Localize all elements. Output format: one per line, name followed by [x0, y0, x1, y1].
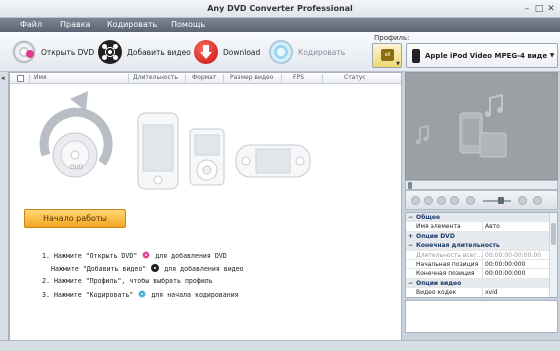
prop-row-end-position[interactable]: Конечная позиция 00:00:00:000 [406, 269, 549, 279]
prop-group-dvd-options[interactable]: + Опции DVD [406, 231, 549, 242]
video-preview [405, 72, 558, 180]
menu-file[interactable]: Файл [20, 20, 42, 29]
chevron-down-icon: ▼ [396, 61, 400, 67]
chevron-left-icon: ◂ [1, 74, 5, 82]
prop-row-item-name[interactable]: Имя элемента Авто [406, 222, 549, 232]
chevron-down-icon[interactable]: ▼ [547, 52, 557, 59]
prop-group-end-duration[interactable]: − Конечная длительность [406, 241, 549, 251]
film-reel-icon [151, 264, 160, 272]
column-format[interactable]: Формат [192, 74, 216, 81]
properties-panel: − Общее Имя элемента Авто + Опции DVD − Коне… [405, 212, 558, 298]
psp-icon [235, 144, 311, 178]
dvd-disc-icon [12, 40, 36, 64]
encode-button[interactable]: Кодировать [269, 39, 345, 65]
open-dvd-button[interactable]: Открыть DVD [12, 39, 94, 65]
profile-selected-value: Apple iPod Video MPEG-4 видео (*.m... [425, 51, 547, 60]
profile-select[interactable]: Apple iPod Video MPEG-4 видео (*.m... ▼ [406, 43, 558, 68]
seek-thumb[interactable] [408, 182, 412, 189]
volume-slider-handle[interactable] [498, 197, 504, 204]
left-collapse-tab[interactable]: ◂ [0, 72, 9, 348]
welcome-illustration: DVD [39, 91, 311, 190]
hint-encode: 3. Нажмите "Кодировать" для начала кодир… [42, 290, 239, 299]
open-dvd-label: Открыть DVD [41, 47, 95, 57]
prop-group-video-options[interactable]: − Опции видео [406, 278, 549, 289]
film-reel-icon [479, 132, 507, 158]
hint-open-dvd: 1. Нажмите "Открыть DVD" для добавления … [42, 251, 227, 260]
phone-illustration-icon [137, 112, 179, 190]
ipod-icon [189, 128, 225, 186]
maximize-button[interactable]: □ [534, 4, 544, 14]
prop-row-total-duration: Длительность всег... 00:00:00-00:00:00 [406, 250, 549, 260]
music-note-icon [415, 124, 429, 145]
download-icon [194, 40, 218, 64]
column-duration[interactable]: Длительность [133, 74, 178, 81]
scrollbar-thumb[interactable] [551, 223, 556, 245]
minimize-button[interactable]: – [522, 4, 532, 14]
prop-row-video-codec[interactable]: Видео кодек xvid [406, 288, 549, 297]
title-bar: Any DVD Converter Professional – □ ✕ [0, 0, 560, 18]
column-fps[interactable]: FPS [293, 74, 304, 81]
volume-icon[interactable] [466, 196, 475, 205]
window-title: Any DVD Converter Professional [207, 4, 353, 13]
download-label: Download [223, 47, 261, 57]
hint-add-video: Нажмите "Добавить видео" для добавления … [51, 264, 244, 273]
volume-slider[interactable] [483, 200, 511, 202]
column-status[interactable]: Статус [344, 74, 366, 81]
menu-encode[interactable]: Кодировать [107, 20, 157, 29]
phone-icon [412, 48, 420, 63]
folder-icon[interactable] [450, 196, 459, 205]
profile-area: Профиль: all ▼ Apple iPod Video MPEG-4 в… [372, 34, 558, 70]
hint-profile: 2. Нажмите "Профиль", чтобы выбрать проф… [42, 277, 213, 285]
svg-text:DVD: DVD [70, 164, 84, 171]
select-all-checkbox[interactable] [17, 75, 24, 82]
list-header: Имя Длительность Формат Размер видео FPS… [10, 73, 401, 84]
status-bar [0, 340, 560, 351]
crop-icon[interactable] [518, 196, 527, 205]
profile-caption: Профиль: [374, 34, 410, 42]
properties-scrollbar[interactable] [549, 213, 557, 297]
phone-icon [459, 112, 483, 154]
playback-controls [405, 190, 558, 210]
music-note-icon [485, 93, 503, 117]
add-video-button[interactable]: Добавить видео [98, 39, 191, 65]
file-list-panel: Имя Длительность Формат Размер видео FPS… [9, 72, 402, 348]
preview-placeholder [415, 93, 507, 158]
prop-group-general[interactable]: − Общее [406, 213, 549, 223]
start-work-button[interactable]: Начало работы [24, 209, 126, 228]
encode-icon [138, 290, 147, 298]
download-button[interactable]: Download [194, 39, 260, 65]
menu-help[interactable]: Помощь [171, 20, 205, 29]
add-video-label: Добавить видео [127, 47, 191, 57]
device-chip-icon: all [381, 49, 394, 61]
menu-edit[interactable]: Правка [60, 20, 90, 29]
snapshot-icon[interactable] [437, 196, 446, 205]
stop-icon[interactable] [424, 196, 433, 205]
encode-icon [269, 40, 293, 64]
property-description-box [405, 300, 558, 333]
column-video-size[interactable]: Размер видео [230, 74, 273, 81]
profile-device-button[interactable]: all ▼ [372, 43, 402, 68]
dvd-disc-icon [142, 251, 151, 259]
effect-icon[interactable] [533, 196, 542, 205]
seek-bar[interactable] [405, 180, 558, 190]
close-button[interactable]: ✕ [546, 4, 556, 14]
film-reel-icon [98, 40, 122, 64]
prop-row-start-position[interactable]: Начальная позиция 00:00:00:000 [406, 260, 549, 270]
menu-bar: Файл Правка Кодировать Помощь [0, 18, 560, 32]
play-icon[interactable] [411, 196, 420, 205]
column-name[interactable]: Имя [34, 74, 47, 81]
encode-label: Кодировать [298, 47, 346, 57]
refresh-arrow-icon: DVD [39, 91, 113, 178]
